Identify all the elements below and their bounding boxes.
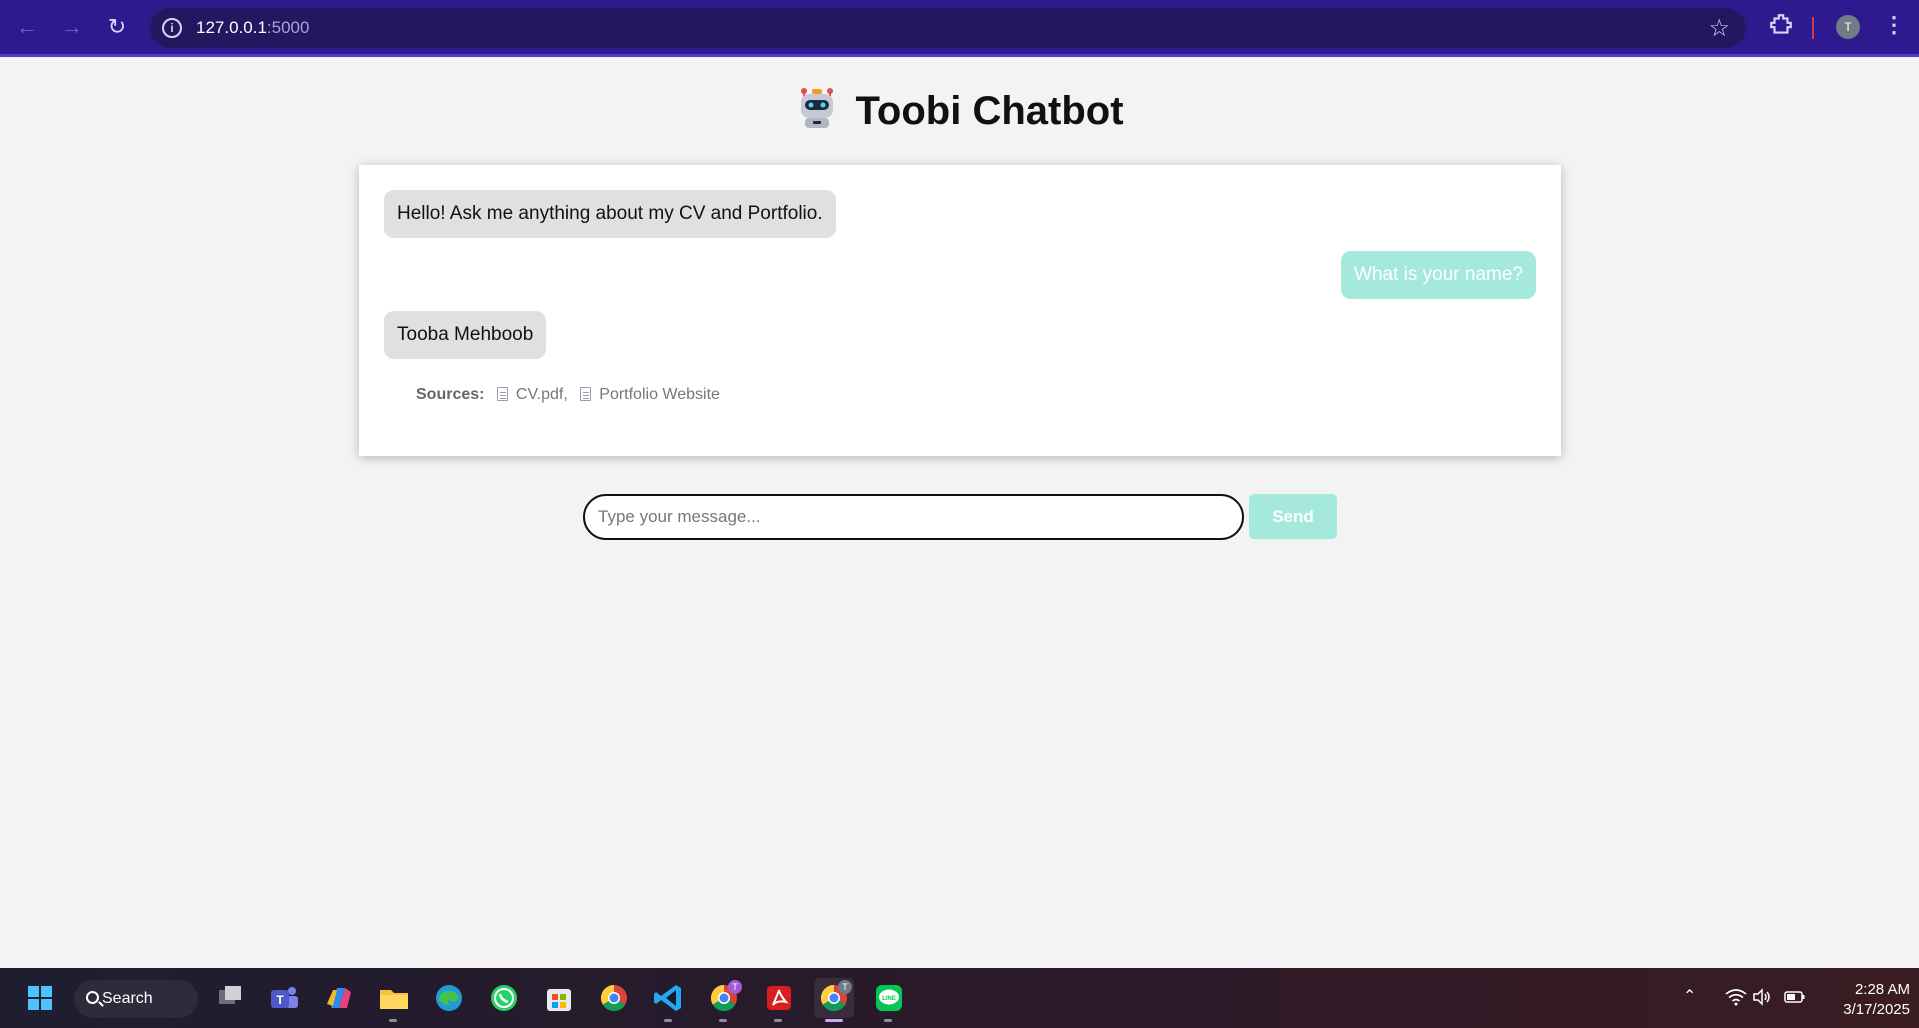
acrobat-icon[interactable] bbox=[759, 978, 799, 1022]
chat-window[interactable]: Hello! Ask me anything about my CV and P… bbox=[359, 165, 1561, 456]
chrome-profile-icon[interactable]: T bbox=[704, 978, 744, 1022]
taskbar-search-label: Search bbox=[102, 990, 153, 1007]
back-icon[interactable]: ← bbox=[13, 13, 41, 41]
bot-message: Hello! Ask me anything about my CV and P… bbox=[384, 190, 836, 238]
page-title-text: Toobi Chatbot bbox=[855, 89, 1124, 133]
source-item[interactable]: Portfolio Website bbox=[599, 386, 720, 403]
vscode-icon[interactable] bbox=[649, 978, 689, 1022]
sources-line: Sources: CV.pdf, Portfolio Website bbox=[416, 386, 720, 404]
page-title: Toobi Chatbot bbox=[0, 86, 1919, 134]
send-button[interactable]: Send bbox=[1249, 494, 1337, 539]
more-menu-icon[interactable]: ⋮ bbox=[1882, 12, 1906, 42]
running-indicator bbox=[664, 1019, 672, 1022]
profile-avatar[interactable]: T bbox=[1836, 15, 1860, 39]
robot-icon bbox=[801, 88, 834, 128]
running-indicator bbox=[884, 1019, 892, 1022]
site-info-icon[interactable]: i bbox=[162, 18, 182, 38]
teams-icon[interactable]: T bbox=[264, 978, 304, 1018]
clock-time: 2:28 AM bbox=[1854, 981, 1910, 998]
file-explorer-icon[interactable] bbox=[374, 978, 414, 1022]
extensions-icon[interactable] bbox=[1766, 12, 1796, 42]
bot-message: Tooba Mehboob bbox=[384, 311, 547, 359]
bookmark-star-icon[interactable]: ☆ bbox=[1708, 14, 1730, 43]
document-icon bbox=[496, 387, 508, 401]
running-indicator bbox=[719, 1019, 727, 1022]
wifi-icon[interactable] bbox=[1725, 988, 1747, 1028]
svg-text:T: T bbox=[842, 982, 848, 992]
reload-icon[interactable]: ↻ bbox=[103, 13, 131, 41]
forward-icon[interactable]: → bbox=[58, 13, 86, 41]
taskbar-search[interactable]: Search bbox=[74, 980, 198, 1018]
edge-icon[interactable] bbox=[429, 978, 469, 1018]
user-message: What is your name? bbox=[1341, 251, 1536, 299]
whatsapp-icon[interactable] bbox=[484, 978, 524, 1018]
volume-icon[interactable] bbox=[1752, 988, 1772, 1028]
active-indicator bbox=[825, 1019, 843, 1022]
line-icon[interactable]: LINE bbox=[869, 978, 909, 1022]
url-port: :5000 bbox=[266, 18, 310, 37]
running-indicator bbox=[389, 1019, 397, 1022]
clock[interactable]: 2:28 AM 3/17/2025 bbox=[1820, 980, 1910, 1020]
browser-toolbar: ← → ↻ i 127.0.0.1:5000 ☆ T ⋮ bbox=[0, 0, 1919, 57]
taskbar: Search T T T LINE ⌃ 2:28 AM 3/17/2025 bbox=[0, 968, 1919, 1028]
task-view-icon[interactable] bbox=[210, 978, 250, 1018]
url-host: 127.0.0.1 bbox=[196, 18, 267, 37]
source-item[interactable]: CV.pdf, bbox=[516, 386, 568, 403]
chrome-active-icon[interactable]: T bbox=[814, 978, 854, 1022]
address-url[interactable]: 127.0.0.1:5000 bbox=[196, 18, 309, 38]
document-icon bbox=[580, 387, 592, 401]
search-icon bbox=[86, 991, 99, 1004]
running-indicator bbox=[774, 1019, 782, 1022]
sources-label: Sources: bbox=[416, 386, 485, 403]
message-input[interactable] bbox=[583, 494, 1244, 540]
chrome-icon[interactable] bbox=[594, 978, 634, 1018]
address-bar[interactable]: i 127.0.0.1:5000 ☆ bbox=[150, 8, 1746, 48]
toolbar-divider bbox=[1812, 17, 1814, 39]
svg-text:T: T bbox=[276, 993, 284, 1007]
windows-start-icon[interactable] bbox=[20, 978, 60, 1018]
svg-text:LINE: LINE bbox=[882, 996, 896, 1002]
chevron-up-icon[interactable]: ⌃ bbox=[1683, 986, 1696, 1028]
svg-text:T: T bbox=[732, 982, 738, 992]
battery-icon[interactable] bbox=[1784, 990, 1806, 1028]
microsoft-store-icon[interactable] bbox=[539, 978, 579, 1018]
copilot-icon[interactable] bbox=[319, 978, 359, 1018]
clock-date: 3/17/2025 bbox=[1843, 1001, 1910, 1018]
